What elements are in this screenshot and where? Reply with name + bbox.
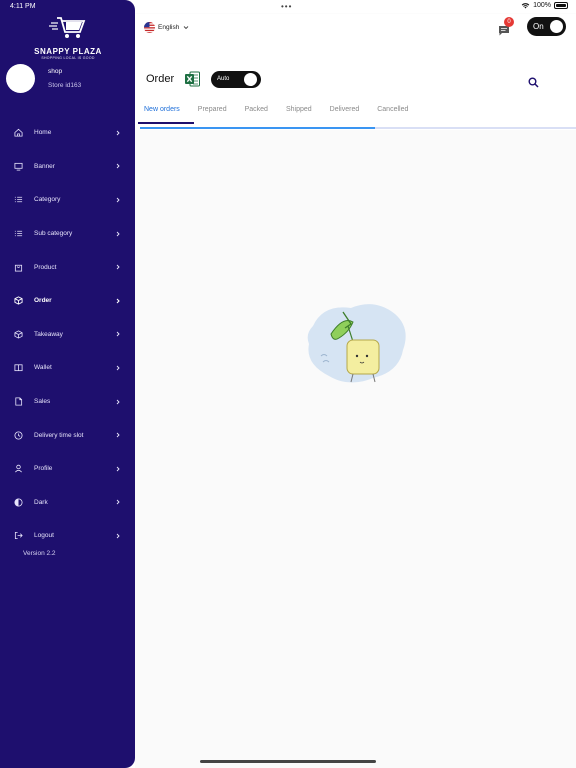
auto-accept-toggle[interactable]: Auto xyxy=(211,71,261,88)
home-icon xyxy=(14,128,23,137)
chevron-right-icon xyxy=(116,264,120,270)
sidebar-item-product[interactable]: Product xyxy=(0,250,135,284)
avatar xyxy=(6,64,35,93)
language-selector[interactable]: English xyxy=(144,22,189,33)
sidebar-item-dark[interactable]: Dark xyxy=(0,486,135,520)
sidebar-item-label: Delivery time slot xyxy=(34,431,84,439)
logout-icon xyxy=(14,531,23,540)
excel-export-icon[interactable] xyxy=(185,71,200,92)
search-icon[interactable] xyxy=(528,75,539,93)
chevron-right-icon xyxy=(116,466,120,472)
language-label: English xyxy=(158,24,180,31)
auto-toggle-label: Auto xyxy=(217,76,230,82)
chevron-right-icon xyxy=(116,365,120,371)
brand-name: SNAPPY PLAZA xyxy=(34,47,102,56)
chevron-down-icon xyxy=(184,26,189,30)
top-bar: English 0 On xyxy=(135,14,576,46)
sidebar-item-label: Profile xyxy=(34,465,53,473)
progress-fill xyxy=(140,127,376,129)
brand-logo[interactable]: SNAPPY PLAZA SHOPPING LOCAL IS GOOD xyxy=(30,14,106,60)
sidebar-item-order[interactable]: Order xyxy=(0,284,135,318)
bag-icon xyxy=(14,263,23,272)
chevron-right-icon xyxy=(116,399,120,404)
tab-delivered[interactable]: Delivered xyxy=(321,106,369,120)
order-header: Order Auto New orders Prepared Packed Sh… xyxy=(135,46,576,130)
user-icon xyxy=(14,464,23,473)
shopping-cart-icon xyxy=(49,17,86,38)
active-tab-indicator xyxy=(138,122,194,124)
sidebar-item-category[interactable]: Category xyxy=(0,183,135,217)
toggle-knob xyxy=(550,20,563,33)
box-icon xyxy=(14,330,23,339)
sidebar-item-label: Banner xyxy=(34,162,55,170)
notification-badge: 0 xyxy=(504,17,514,27)
battery-percent: 100% xyxy=(533,2,551,9)
toggle-knob xyxy=(244,73,257,86)
status-bar: 4:11 PM ••• 100% xyxy=(0,0,576,14)
multitask-dots[interactable]: ••• xyxy=(281,2,292,11)
sidebar-item-wallet[interactable]: Wallet xyxy=(0,351,135,385)
chevron-right-icon xyxy=(116,432,120,438)
sidebar-menu: Home Banner Category Sub category Produc… xyxy=(0,116,135,553)
sidebar-item-label: Dark xyxy=(34,498,48,506)
sidebar-item-takeaway[interactable]: Takeaway xyxy=(0,318,135,352)
chevron-right-icon xyxy=(116,533,120,539)
store-status-toggle[interactable]: On xyxy=(527,17,566,36)
sidebar-item-sub-category[interactable]: Sub category xyxy=(0,217,135,251)
monitor-icon xyxy=(14,162,23,171)
battery-icon xyxy=(554,2,568,9)
sidebar-item-label: Sales xyxy=(34,398,51,406)
chevron-right-icon xyxy=(116,500,120,505)
sidebar-item-label: Home xyxy=(34,129,52,137)
profile-card[interactable]: shop Store id163 xyxy=(6,64,81,93)
tab-new-orders[interactable]: New orders xyxy=(135,106,189,120)
brand-tagline: SHOPPING LOCAL IS GOOD xyxy=(41,56,95,60)
chevron-right-icon xyxy=(116,130,120,136)
wifi-icon xyxy=(521,3,530,9)
toggle-label: On xyxy=(533,22,544,31)
sidebar: SNAPPY PLAZA SHOPPING LOCAL IS GOOD shop… xyxy=(0,0,135,768)
app-version: Version 2.2 xyxy=(23,550,56,557)
tab-cancelled[interactable]: Cancelled xyxy=(368,106,417,120)
chevron-right-icon xyxy=(116,332,120,337)
chevron-right-icon xyxy=(116,197,120,203)
sidebar-item-label: Order xyxy=(34,297,52,305)
empty-state-illustration xyxy=(303,298,411,395)
main-content: Order Auto New orders Prepared Packed Sh… xyxy=(135,46,576,768)
sidebar-item-home[interactable]: Home xyxy=(0,116,135,150)
document-icon xyxy=(14,397,23,406)
sidebar-item-banner[interactable]: Banner xyxy=(0,150,135,184)
contrast-icon xyxy=(14,498,23,507)
order-status-tabs: New orders Prepared Packed Shipped Deliv… xyxy=(135,106,417,120)
sidebar-item-logout[interactable]: Logout xyxy=(0,519,135,553)
sidebar-item-profile[interactable]: Profile xyxy=(0,452,135,486)
chevron-right-icon xyxy=(116,298,120,304)
sidebar-item-label: Product xyxy=(34,263,57,271)
box-icon xyxy=(14,296,23,305)
sidebar-item-label: Logout xyxy=(34,532,54,540)
list-icon xyxy=(14,229,23,238)
sidebar-item-label: Sub category xyxy=(34,230,73,238)
sidebar-item-label: Takeaway xyxy=(34,330,63,338)
list-icon xyxy=(14,195,23,204)
tab-prepared[interactable]: Prepared xyxy=(189,106,236,120)
profile-name: shop xyxy=(48,68,63,75)
clock-icon xyxy=(14,431,23,440)
sidebar-item-delivery-time-slot[interactable]: Delivery time slot xyxy=(0,418,135,452)
us-flag-icon xyxy=(144,22,155,33)
wallet-icon xyxy=(14,363,23,372)
sidebar-item-sales[interactable]: Sales xyxy=(0,385,135,419)
profile-store-id: Store id163 xyxy=(48,82,82,89)
chevron-right-icon xyxy=(116,164,120,169)
tab-packed[interactable]: Packed xyxy=(236,106,277,120)
sidebar-item-label: Wallet xyxy=(34,364,52,372)
sidebar-item-label: Category xyxy=(34,196,61,204)
tab-shipped[interactable]: Shipped xyxy=(277,106,321,120)
loading-progress-bar xyxy=(140,127,576,129)
chevron-right-icon xyxy=(116,231,120,236)
home-indicator[interactable] xyxy=(200,760,376,763)
status-right: 100% xyxy=(521,2,568,9)
status-time: 4:11 PM xyxy=(10,3,36,10)
page-title: Order xyxy=(146,73,175,85)
